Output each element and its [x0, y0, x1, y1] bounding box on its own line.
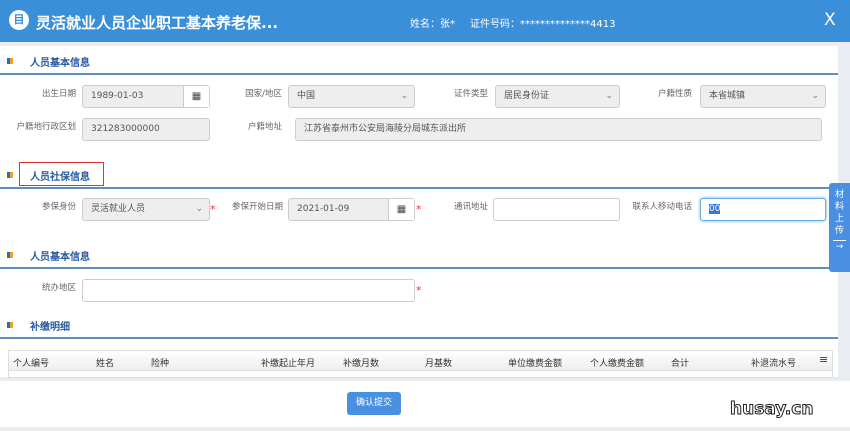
required-mark: * — [416, 284, 422, 297]
column-header[interactable]: 险种 — [151, 356, 169, 369]
calendar-icon[interactable]: ▦ — [183, 86, 209, 107]
field-label: 出生日期 — [41, 89, 76, 99]
field-label: 户籍地址 — [247, 122, 282, 132]
dialog-title: 灵活就业人员企业职工基本养老保... — [36, 14, 279, 32]
column-header[interactable]: 月基数 — [425, 356, 452, 369]
section-icon — [7, 252, 13, 258]
column-header[interactable]: 单位缴费金额 — [508, 356, 562, 369]
section-title: 人员基本信息 — [30, 58, 90, 69]
mailing-address-input[interactable] — [493, 198, 620, 221]
field-label: 联系人移动电话 — [632, 202, 692, 212]
handling-region-input[interactable] — [82, 279, 415, 302]
contact-phone-input[interactable]: 00 — [700, 198, 826, 221]
column-menu-icon[interactable]: ≡ — [819, 353, 828, 366]
tab-char: 料 — [834, 202, 844, 212]
table-header — [9, 351, 832, 371]
field-label: 通讯地址 — [453, 202, 488, 212]
required-mark: * — [416, 203, 422, 216]
field-label: 参保身份 — [41, 202, 76, 212]
column-header[interactable]: 补缴起止年月 — [261, 356, 315, 369]
id-info: 证件号码：**************4413 — [470, 19, 616, 30]
arrow-right-icon: → — [835, 242, 844, 252]
chevron-down-icon: ⌄ — [605, 91, 613, 101]
household-address-input[interactable]: 江苏省泰州市公安局海陵分局城东派出所 — [295, 118, 822, 141]
field-label: 证件类型 — [453, 89, 488, 99]
column-header[interactable]: 姓名 — [96, 356, 114, 369]
id-type-select[interactable]: 居民身份证 ⌄ — [495, 85, 620, 108]
field-label: 统办地区 — [41, 283, 76, 293]
chevron-down-icon: ⌄ — [400, 91, 408, 101]
material-upload-tab[interactable]: 材 料 上 传 → — [829, 183, 850, 272]
watermark: husay.cn — [729, 399, 814, 420]
section-icon — [7, 322, 13, 328]
divider — [0, 73, 838, 75]
column-header[interactable]: 补退流水号 — [751, 356, 796, 369]
field-label: 参保开始日期 — [231, 202, 283, 212]
tab-char: 传 — [834, 226, 844, 236]
required-mark: * — [210, 203, 216, 216]
column-header[interactable]: 补缴月数 — [343, 356, 379, 369]
section-icon — [7, 58, 13, 64]
birth-date-input[interactable]: 1989-01-03 ▦ — [82, 85, 210, 108]
dialog-header: 目 灵活就业人员企业职工基本养老保... 姓名：张* 证件号码：********… — [0, 0, 850, 42]
insured-identity-select[interactable]: 灵活就业人员 ⌄ — [82, 198, 210, 221]
field-label: 户籍性质 — [657, 89, 692, 99]
field-label: 户籍地行政区划 — [16, 122, 76, 132]
divider — [0, 267, 838, 269]
submit-button[interactable]: 确认提交 — [347, 392, 401, 415]
tab-char: 材 — [834, 190, 844, 200]
column-header[interactable]: 个人缴费金额 — [590, 356, 644, 369]
start-date-input[interactable]: 2021-01-09 ▦ — [288, 198, 415, 221]
divider — [0, 187, 838, 189]
section-icon — [7, 172, 13, 178]
close-button[interactable]: X — [824, 10, 836, 30]
column-header[interactable]: 个人编号 — [13, 356, 49, 369]
section-title: 人员基本信息 — [30, 252, 90, 263]
country-select[interactable]: 中国 ⌄ — [288, 85, 415, 108]
household-type-select[interactable]: 本省城镇 ⌄ — [700, 85, 826, 108]
form-icon: 目 — [9, 10, 29, 30]
section-title: 人员社保信息 — [30, 172, 90, 183]
chevron-down-icon: ⌄ — [195, 204, 203, 214]
divider — [0, 337, 838, 339]
footer: 确认提交 husay.cn — [0, 381, 850, 427]
calendar-icon[interactable]: ▦ — [388, 199, 414, 220]
column-header[interactable]: 合计 — [671, 356, 689, 369]
field-label: 国家/地区 — [245, 89, 282, 99]
section-title: 补缴明细 — [30, 322, 70, 333]
household-region-input[interactable]: 321283000000 — [82, 118, 210, 141]
name-info: 姓名：张* — [410, 19, 455, 30]
supplement-table: 个人编号 姓名 险种 补缴起止年月 补缴月数 月基数 单位缴费金额 个人缴费金额… — [8, 350, 833, 378]
tab-char: 上 — [834, 214, 844, 224]
chevron-down-icon: ⌄ — [811, 91, 819, 101]
